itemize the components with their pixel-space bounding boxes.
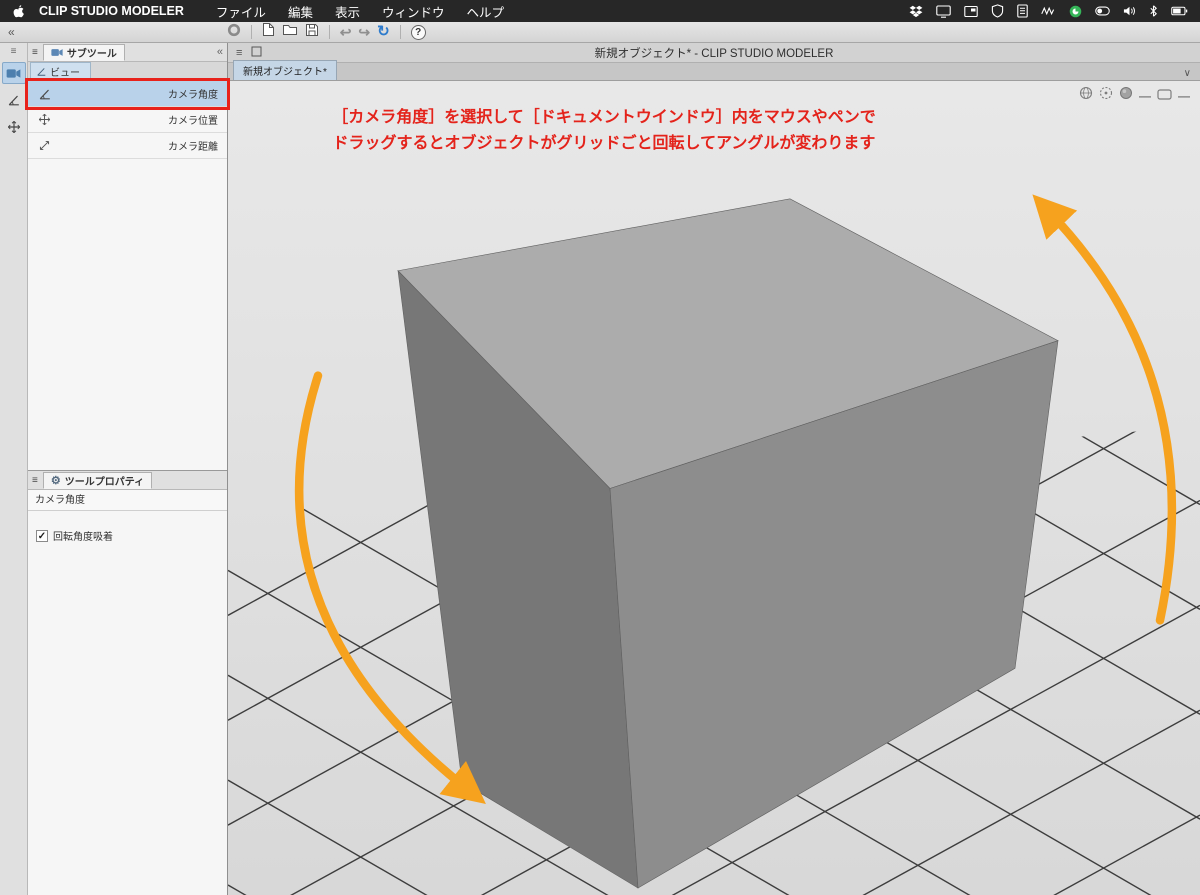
menubar-app-name[interactable]: CLIP STUDIO MODELER [39, 4, 184, 18]
tool-property-title: ツールプロパティ [64, 477, 145, 488]
gear-icon: ⚙ [50, 475, 61, 487]
view-group-icon [37, 68, 46, 76]
menu-help[interactable]: ヘルプ [466, 2, 504, 21]
subtool-item-camera-distance[interactable]: カメラ距離 [28, 133, 227, 159]
subtool-panel-header: ≡ サブツール « [28, 43, 227, 62]
menu-window[interactable]: ウィンドウ [382, 2, 445, 21]
tab-list-chevron-icon[interactable]: ∨ [1184, 68, 1191, 79]
viewport-minus-icon[interactable]: — [1139, 90, 1151, 102]
document-area: ≡ 新規オブジェクト* - CLIP STUDIO MODELER 新規オブジェ… [228, 43, 1200, 895]
menu-edit[interactable]: 編集 [288, 2, 313, 21]
tool-strip: ≡ [0, 43, 28, 895]
subtool-item-camera-position[interactable]: カメラ位置 [28, 107, 227, 133]
checkbox-label: 回転角度吸着 [53, 532, 113, 543]
display-icon[interactable] [936, 4, 951, 18]
toolbar-separator [399, 25, 401, 39]
subtool-panel-tab[interactable]: サブツール [42, 44, 125, 61]
snap-rotation-checkbox-row[interactable]: ✓ 回転角度吸着 [36, 528, 219, 543]
shaded-sphere-icon[interactable] [1119, 86, 1133, 105]
tool-property-header: ≡ ⚙ ツールプロパティ [28, 471, 227, 490]
reset-rotation-icon[interactable]: ↻ [377, 24, 390, 39]
viewport-display-controls: — — [1079, 86, 1190, 105]
camera-position-icon [38, 113, 51, 126]
document-viewport[interactable]: ［カメラ角度］を選択して［ドキュメントウインドウ］内をマウスやペンで ドラッグす… [228, 81, 1200, 895]
collapse-all-panels-icon[interactable]: « [8, 25, 15, 39]
subtool-group-tabs: ビュー [28, 62, 227, 81]
apple-menu-icon[interactable] [12, 4, 25, 19]
menubar-status-icons [909, 4, 1188, 18]
left-panel-column: ≡ ≡ サブツール « ビュー カメラ角度 カメラ位置 カメラ距離 ≡ ⚙ ツー… [0, 43, 230, 895]
activity-icon[interactable] [1041, 5, 1056, 17]
angle-tool-button[interactable] [2, 89, 26, 111]
dropbox-icon[interactable] [909, 5, 923, 18]
viewport-minus2-icon[interactable]: — [1178, 90, 1190, 102]
dotted-sphere-icon[interactable] [1099, 86, 1113, 105]
screen: CLIP STUDIO MODELER ファイル 編集 表示 ウィンドウ ヘルプ… [0, 0, 1200, 895]
save-icon[interactable] [305, 23, 319, 42]
tool-property-menu-icon[interactable]: ≡ [32, 475, 38, 486]
subtool-list: カメラ角度 カメラ位置 カメラ距離 [25, 78, 230, 470]
subtool-collapse-icon[interactable]: « [217, 46, 223, 58]
wireframe-sphere-icon[interactable] [1079, 86, 1093, 105]
titlebar-menu-icon[interactable]: ≡ [236, 47, 242, 59]
subtool-panel-menu-icon[interactable]: ≡ [32, 47, 38, 58]
toolbar-separator [250, 25, 252, 39]
volume-icon[interactable] [1123, 5, 1136, 17]
viewport-panel-icon[interactable] [1157, 87, 1172, 105]
link-ring-icon[interactable] [227, 23, 241, 42]
document-title: 新規オブジェクト* - CLIP STUDIO MODELER [594, 47, 834, 60]
subtool-item-label: カメラ位置 [168, 116, 218, 127]
macos-menubar: CLIP STUDIO MODELER ファイル 編集 表示 ウィンドウ ヘルプ [0, 0, 1200, 22]
redo-icon[interactable]: ↪ [358, 25, 370, 39]
angle-ruler-icon [8, 95, 19, 106]
scene-canvas[interactable] [228, 81, 1200, 895]
camera-angle-icon [39, 89, 50, 99]
move-tool-button[interactable] [2, 116, 26, 138]
subtool-item-label: カメラ距離 [168, 142, 218, 153]
tool-property-panel: ≡ ⚙ ツールプロパティ カメラ角度 ✓ 回転角度吸着 [28, 471, 227, 895]
new-file-icon[interactable] [262, 22, 275, 42]
window-manager-icon[interactable] [964, 5, 978, 18]
open-file-icon[interactable] [282, 23, 298, 41]
tool-property-toolname: カメラ角度 [28, 490, 227, 511]
battery-icon[interactable] [1171, 6, 1188, 16]
toggle-icon[interactable] [1095, 6, 1110, 16]
group-tab-view[interactable]: ビュー [30, 62, 91, 80]
subtool-panel: ≡ サブツール « ビュー カメラ角度 カメラ位置 カメラ距離 [25, 43, 230, 471]
document-titlebar: ≡ 新規オブジェクト* - CLIP STUDIO MODELER [228, 43, 1200, 63]
subtool-panel-title: サブツール [66, 49, 117, 60]
grammar-app-icon[interactable] [1069, 5, 1082, 18]
camera-icon [51, 49, 63, 56]
menu-file[interactable]: ファイル [216, 2, 266, 21]
document-tab[interactable]: 新規オブジェクト* [233, 60, 337, 80]
menu-view[interactable]: 表示 [335, 2, 360, 21]
tool-strip-menu-icon[interactable]: ≡ [11, 46, 17, 57]
undo-icon[interactable]: ↩ [340, 25, 352, 39]
camera-distance-icon [39, 140, 50, 151]
shield-icon[interactable] [991, 4, 1004, 18]
camera-tool-button[interactable] [1, 62, 26, 84]
document-tabbar: 新規オブジェクト* ∨ [228, 60, 1200, 81]
rotate-arrow-right [1032, 194, 1177, 625]
toolbar-separator [328, 25, 330, 39]
checkbox-checked-icon[interactable]: ✓ [36, 529, 48, 542]
subtool-item-camera-angle[interactable]: カメラ角度 [25, 78, 230, 110]
subtool-item-label: カメラ角度 [168, 90, 218, 101]
help-icon[interactable]: ? [410, 24, 426, 40]
move-arrows-icon [7, 120, 20, 134]
camera-icon [6, 68, 21, 78]
notes-icon[interactable] [1017, 4, 1028, 18]
app-toolbar: « ↩ ↪ ↻ ? [0, 22, 1200, 43]
tool-property-tab[interactable]: ⚙ ツールプロパティ [42, 472, 153, 489]
bluetooth-icon[interactable] [1149, 4, 1158, 18]
